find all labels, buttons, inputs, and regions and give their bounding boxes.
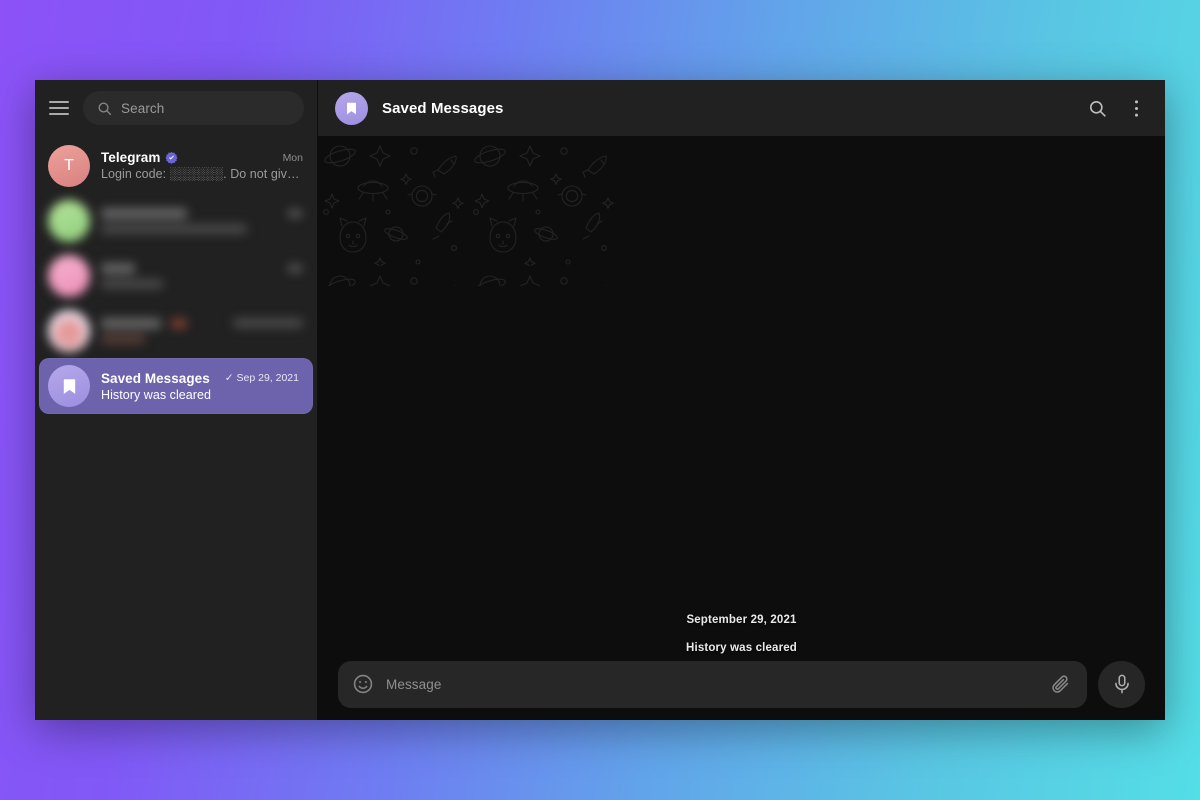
avatar [48, 199, 90, 242]
chat-item-body: Saved Messages ✓ Sep 29, 2021 History wa… [101, 371, 299, 402]
chat-item-time-block [287, 208, 303, 218]
avatar [48, 254, 90, 297]
avatar [48, 365, 90, 407]
avatar [48, 309, 90, 352]
sidebar-toolbar: Search [35, 80, 317, 136]
chat-list-item-saved-messages[interactable]: Saved Messages ✓ Sep 29, 2021 History wa… [39, 358, 313, 414]
chat-item-body [101, 262, 303, 289]
chat-item-timestamp: Sep 29, 2021 [236, 372, 299, 384]
message-placeholder: Message [386, 676, 442, 692]
chat-item-title [101, 207, 187, 219]
chat-item-title [101, 262, 135, 274]
chat-item-body [101, 317, 303, 344]
chat-list-item-redacted-1[interactable] [35, 193, 317, 248]
more-options-button[interactable] [1126, 98, 1147, 119]
date-separator: September 29, 2021 [686, 614, 797, 626]
read-check-icon: ✓ [224, 372, 234, 384]
avatar-initial: T [64, 156, 74, 174]
chat-item-preview [101, 278, 163, 289]
chat-item-preview [101, 333, 145, 344]
service-message: History was cleared [686, 642, 797, 654]
voice-record-button[interactable] [1098, 660, 1145, 708]
verified-badge-icon [165, 151, 179, 164]
search-icon [98, 102, 112, 115]
chat-list[interactable]: T Telegram Mon Login code: ░░░░░░. Do no… [35, 136, 317, 720]
search-button[interactable] [1087, 98, 1108, 119]
message-list: September 29, 2021 History was cleared [318, 136, 1165, 720]
chat-item-time: ✓ Sep 29, 2021 [217, 372, 299, 384]
chat-list-item-telegram[interactable]: T Telegram Mon Login code: ░░░░░░. Do no… [35, 138, 317, 193]
more-vertical-icon [1135, 99, 1138, 117]
chat-item-time-block [233, 318, 303, 328]
message-input[interactable]: Message [338, 660, 1087, 708]
search-placeholder: Search [121, 100, 165, 116]
chat-title: Saved Messages [382, 99, 504, 117]
chat-item-header [101, 317, 303, 329]
search-icon [1089, 100, 1106, 117]
chat-item-title: Telegram [101, 150, 161, 165]
chat-panel: Saved Messages September 29, 2021 Histor… [318, 80, 1165, 720]
messages-area: September 29, 2021 History was cleared M… [318, 136, 1165, 720]
chat-item-header: Telegram Mon [101, 150, 303, 165]
emoji-smile-icon[interactable] [352, 673, 374, 695]
chat-item-time [225, 318, 303, 328]
chat-item-time [279, 263, 303, 273]
telegram-window: Search T Telegram Mon Login code: ░░░░░░… [35, 80, 1165, 720]
chat-item-time-block [287, 263, 303, 273]
chat-item-preview: Login code: ░░░░░░. Do not give this c..… [101, 167, 303, 181]
chat-item-body [101, 207, 303, 234]
search-input[interactable]: Search [83, 91, 304, 125]
chat-avatar[interactable] [335, 91, 368, 125]
chat-item-time: Mon [282, 151, 303, 164]
message-composer: Message [318, 658, 1165, 720]
chat-item-header [101, 262, 303, 274]
bookmark-icon [347, 102, 356, 114]
chat-list-item-redacted-2[interactable] [35, 248, 317, 303]
sidebar: Search T Telegram Mon Login code: ░░░░░░… [35, 80, 318, 720]
avatar: T [48, 144, 90, 187]
chat-item-time [279, 208, 303, 218]
chat-item-title: Saved Messages [101, 370, 210, 386]
chat-header-actions [1087, 98, 1147, 119]
paperclip-icon[interactable] [1050, 673, 1072, 695]
hamburger-menu-icon[interactable] [49, 97, 71, 119]
chat-item-badge [171, 317, 187, 329]
microphone-icon [1114, 674, 1129, 694]
bookmark-icon [63, 378, 75, 394]
chat-item-header [101, 207, 303, 219]
chat-item-preview: History was cleared [101, 387, 212, 402]
chat-item-title [101, 317, 161, 329]
chat-header: Saved Messages [318, 80, 1165, 136]
chat-item-preview [101, 223, 247, 234]
chat-item-header: Saved Messages ✓ Sep 29, 2021 [101, 371, 299, 386]
chat-list-item-redacted-3[interactable] [35, 303, 317, 358]
chat-item-body: Telegram Mon Login code: ░░░░░░. Do not … [101, 150, 303, 181]
